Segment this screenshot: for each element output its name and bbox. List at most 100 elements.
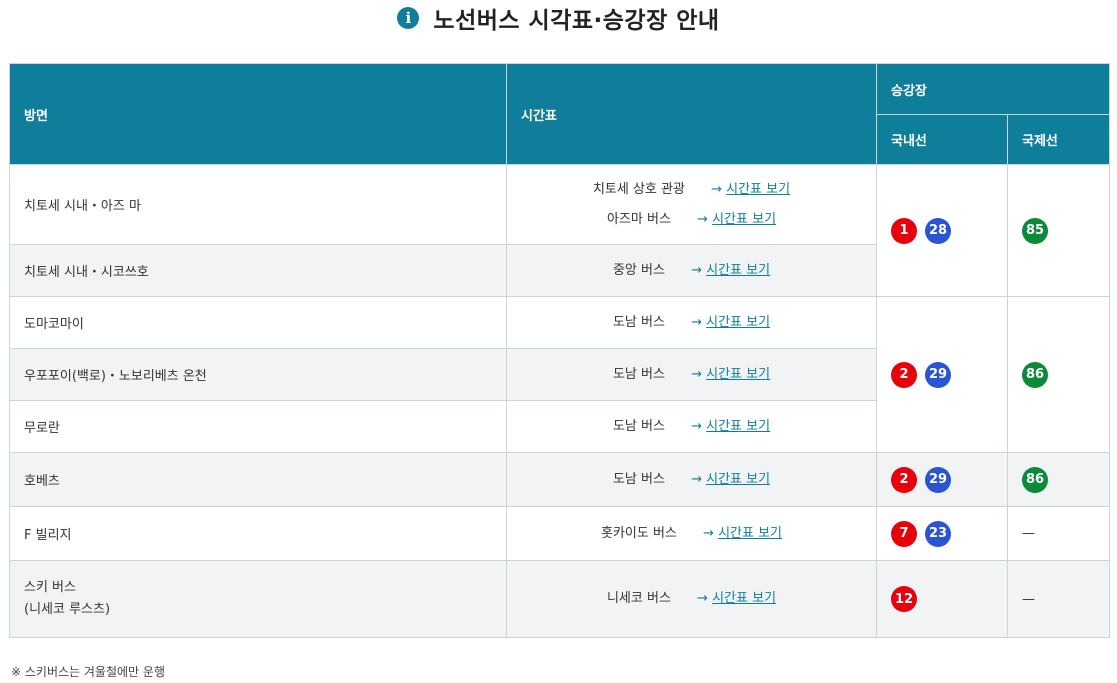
timetable-line: 도남 버스 → 시간표 보기 (521, 412, 862, 442)
direction-cell: 우포포이(백로)・노보리베츠 온천 (9, 348, 507, 401)
timetable-link[interactable]: 시간표 보기 (706, 419, 770, 434)
timetable-link[interactable]: 시간표 보기 (706, 263, 770, 278)
arrow-icon: → (697, 211, 708, 227)
direction-label: F 빌리지 (24, 528, 72, 543)
operator-label: 치토세 상호 관광 (592, 181, 685, 197)
page-title: 노선버스 시각표·승강장 안내 (433, 8, 720, 34)
operator-label: 도남 버스 (612, 366, 665, 382)
domestic-platform-cell: 7 23 (876, 506, 1008, 561)
platform-badge: 2 (891, 361, 917, 388)
timetable-link[interactable]: 시간표 보기 (712, 212, 776, 227)
operator-label: 도남 버스 (612, 471, 665, 487)
direction-label: 치토세 시내・아즈 마 (24, 199, 141, 214)
domestic-platform-cell: 1 28 (876, 164, 1008, 297)
footnote: ※ 스키버스는 겨울철에만 운행 (11, 665, 165, 679)
no-platform-dash: — (1022, 591, 1035, 607)
info-icon: i (397, 7, 420, 29)
international-platform-cell: 85 (1006, 164, 1111, 297)
platform-badge: 29 (925, 361, 951, 388)
arrow-icon: → (691, 418, 702, 434)
timetable-link[interactable]: 시간표 보기 (726, 182, 790, 197)
platform-badge: 85 (1022, 217, 1048, 244)
no-platform-dash: — (1022, 526, 1035, 541)
platform-badge: 86 (1022, 361, 1048, 388)
platform-badge: 86 (1022, 466, 1048, 493)
timetable-cell: 도남 버스 → 시간표 보기 (506, 400, 877, 453)
direction-cell: 스키 버스 (니세코 루스츠) (9, 560, 507, 638)
direction-sublabel: (니세코 루스츠) (24, 602, 111, 617)
platform-badge: 28 (925, 217, 951, 244)
direction-cell: 호베츠 (9, 452, 507, 507)
direction-cell: 도마코마이 (9, 296, 507, 349)
header-domestic: 국내선 (876, 114, 1008, 165)
table-row: F 빌리지 홋카이도 버스 → 시간표 보기 7 23 — (9, 506, 1111, 561)
title-row: i 노선버스 시각표·승강장 안내 (0, 0, 1117, 36)
operator-label: 니세코 버스 (606, 591, 671, 606)
header-platform: 승강장 (875, 63, 1111, 115)
timetable-line: 중앙 버스 → 시간표 보기 (521, 256, 862, 286)
timetable-cell: 도남 버스 → 시간표 보기 (506, 452, 877, 507)
domestic-platform-cell: 12 (876, 560, 1008, 638)
header-timetable: 시간표 (506, 63, 877, 165)
arrow-icon: → (697, 591, 708, 606)
table-row: 스키 버스 (니세코 루스츠) 니세코 버스 → 시간표 보기 12 — (9, 560, 1111, 638)
header-international: 국제선 (1006, 114, 1111, 165)
timetable-link[interactable]: 시간표 보기 (718, 526, 782, 541)
platform-badge: 29 (925, 466, 951, 493)
table-row: 치토세 시내・아즈 마 치토세 상호 관광 → 시간표 보기 아즈마 버스 → … (9, 164, 1111, 297)
bus-table: 방면 시간표 승강장 국내선 국제선 치토세 시내・아즈 마 치토세 상호 관광… (9, 63, 1111, 638)
direction-cell: 치토세 시내・아즈 마 (9, 164, 507, 245)
arrow-icon: → (691, 262, 702, 278)
timetable-cell: 도남 버스 → 시간표 보기 (506, 296, 877, 349)
platform-badge: 2 (891, 466, 917, 493)
direction-label: 치토세 시내・시코쓰호 (24, 265, 149, 280)
international-platform-cell: 86 (1006, 452, 1111, 507)
platform-badge: 23 (925, 520, 951, 547)
timetable-cell: 도남 버스 → 시간표 보기 (506, 348, 877, 401)
platform-badge: 1 (891, 217, 917, 244)
table-row: 호베츠 도남 버스 → 시간표 보기 2 29 86 (9, 452, 1111, 507)
domestic-platform-cell: 2 29 (876, 452, 1008, 507)
direction-label: 스키 버스 (24, 580, 76, 595)
direction-cell: 치토세 시내・시코쓰호 (9, 244, 507, 297)
operator-label: 도남 버스 (612, 418, 665, 434)
arrow-icon: → (711, 181, 722, 197)
direction-label: 우포포이(백로)・노보리베츠 온천 (24, 369, 207, 384)
arrow-icon: → (703, 525, 714, 541)
timetable-line: 홋카이도 버스 → 시간표 보기 (521, 519, 862, 549)
direction-cell: 무로란 (9, 400, 507, 453)
direction-label: 무로란 (24, 421, 60, 436)
timetable-link[interactable]: 시간표 보기 (706, 315, 770, 330)
timetable-line: 도남 버스 → 시간표 보기 (521, 360, 862, 390)
timetable-cell: 중앙 버스 → 시간표 보기 (506, 244, 877, 297)
international-platform-cell: — (1006, 506, 1111, 561)
timetable-link[interactable]: 시간표 보기 (712, 591, 776, 606)
direction-cell: F 빌리지 (9, 506, 507, 561)
timetable-link[interactable]: 시간표 보기 (706, 367, 770, 382)
direction-label: 호베츠 (24, 474, 60, 489)
timetable-line: 아즈마 버스 → 시간표 보기 (521, 205, 862, 235)
table-row: 도마코마이 도남 버스 → 시간표 보기 2 29 86 (9, 296, 1111, 453)
domestic-platform-cell: 2 29 (876, 296, 1008, 453)
timetable-line: 도남 버스 → 시간표 보기 (521, 465, 862, 495)
header-direction: 방면 (9, 63, 507, 165)
operator-label: 홋카이도 버스 (600, 525, 677, 541)
arrow-icon: → (691, 314, 702, 330)
timetable-line: 치토세 상호 관광 → 시간표 보기 (521, 175, 862, 205)
international-platform-cell: 86 (1006, 296, 1111, 453)
timetable-line: 도남 버스 → 시간표 보기 (521, 308, 862, 338)
operator-label: 아즈마 버스 (606, 211, 671, 227)
international-platform-cell: — (1006, 560, 1111, 638)
platform-badge: 12 (891, 586, 917, 612)
timetable-cell: 니세코 버스 → 시간표 보기 (506, 560, 877, 638)
timetable-link[interactable]: 시간표 보기 (706, 472, 770, 487)
timetable-cell: 치토세 상호 관광 → 시간표 보기 아즈마 버스 → 시간표 보기 (506, 164, 877, 245)
platform-badge: 7 (891, 520, 917, 547)
operator-label: 도남 버스 (612, 314, 665, 330)
direction-label: 도마코마이 (24, 317, 84, 332)
arrow-icon: → (691, 366, 702, 382)
timetable-line: 니세코 버스 → 시간표 보기 (521, 584, 862, 614)
operator-label: 중앙 버스 (612, 262, 665, 278)
arrow-icon: → (691, 471, 702, 487)
timetable-cell: 홋카이도 버스 → 시간표 보기 (506, 506, 877, 561)
